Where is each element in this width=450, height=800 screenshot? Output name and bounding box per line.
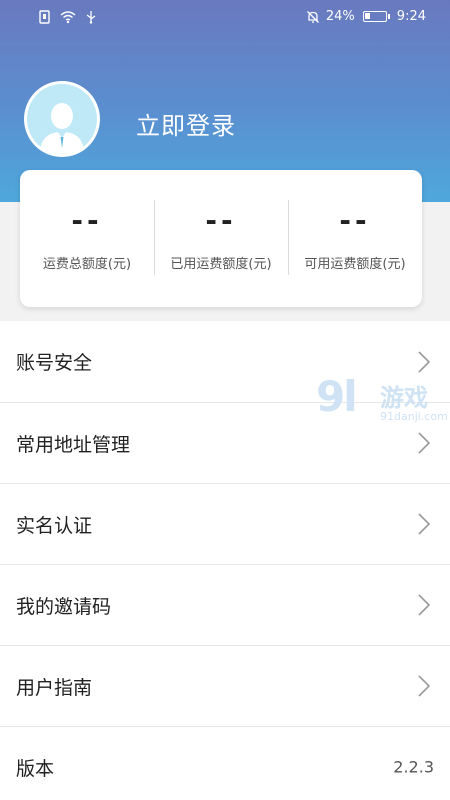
settings-menu: 账号安全 常用地址管理 实名认证 我的邀请码 用户指南 版本 2.2.3 (0, 321, 450, 800)
menu-item-user-guide[interactable]: 用户指南 (0, 645, 450, 726)
quota-total-value: -- (71, 204, 103, 237)
version-label: 版本 (16, 757, 55, 780)
chevron-right-icon (418, 350, 430, 373)
status-bar: 24% 9:24 (0, 0, 450, 36)
quota-card: -- 运费总额度(元) -- 已用运费额度(元) -- 可用运费额度(元) (20, 170, 422, 307)
battery-percent: 24% (325, 9, 355, 24)
menu-item-label: 账号安全 (16, 352, 93, 374)
sim-icon (39, 10, 50, 24)
chevron-right-icon (418, 432, 430, 454)
quota-used-value: -- (205, 204, 237, 237)
menu-item-label: 常用地址管理 (16, 433, 131, 456)
chevron-right-icon (418, 513, 430, 535)
quota-available-label: 可用运费额度(元) (304, 257, 406, 272)
quota-used: -- 已用运费额度(元) (154, 170, 288, 307)
avatar[interactable] (24, 81, 100, 157)
menu-item-address-management[interactable]: 常用地址管理 (0, 402, 450, 483)
menu-item-label: 我的邀请码 (16, 595, 112, 618)
menu-item-version: 版本 2.2.3 (0, 726, 450, 800)
version-value: 2.2.3 (393, 757, 434, 777)
mute-icon (306, 10, 319, 23)
battery-icon (362, 11, 390, 22)
quota-available: -- 可用运费额度(元) (288, 170, 422, 307)
menu-item-label: 用户指南 (16, 676, 93, 699)
quota-used-label: 已用运费额度(元) (170, 257, 272, 272)
status-right-icons: 24% 9:24 (306, 9, 426, 24)
user-avatar-icon (27, 84, 97, 154)
login-button[interactable]: 立即登录 (136, 106, 236, 141)
menu-item-account-security[interactable]: 账号安全 (0, 321, 450, 402)
wifi-icon (60, 11, 76, 24)
menu-item-invite-code[interactable]: 我的邀请码 (0, 564, 450, 645)
menu-item-real-name-verification[interactable]: 实名认证 (0, 483, 450, 564)
chevron-right-icon (418, 675, 430, 697)
chevron-right-icon (418, 594, 430, 616)
usb-icon (86, 11, 96, 24)
quota-total-label: 运费总额度(元) (42, 257, 132, 272)
status-left-icons (38, 10, 98, 24)
menu-item-label: 实名认证 (16, 514, 93, 537)
quota-total: -- 运费总额度(元) (20, 170, 154, 307)
quota-available-value: -- (339, 204, 371, 237)
status-time: 9:24 (396, 9, 426, 24)
